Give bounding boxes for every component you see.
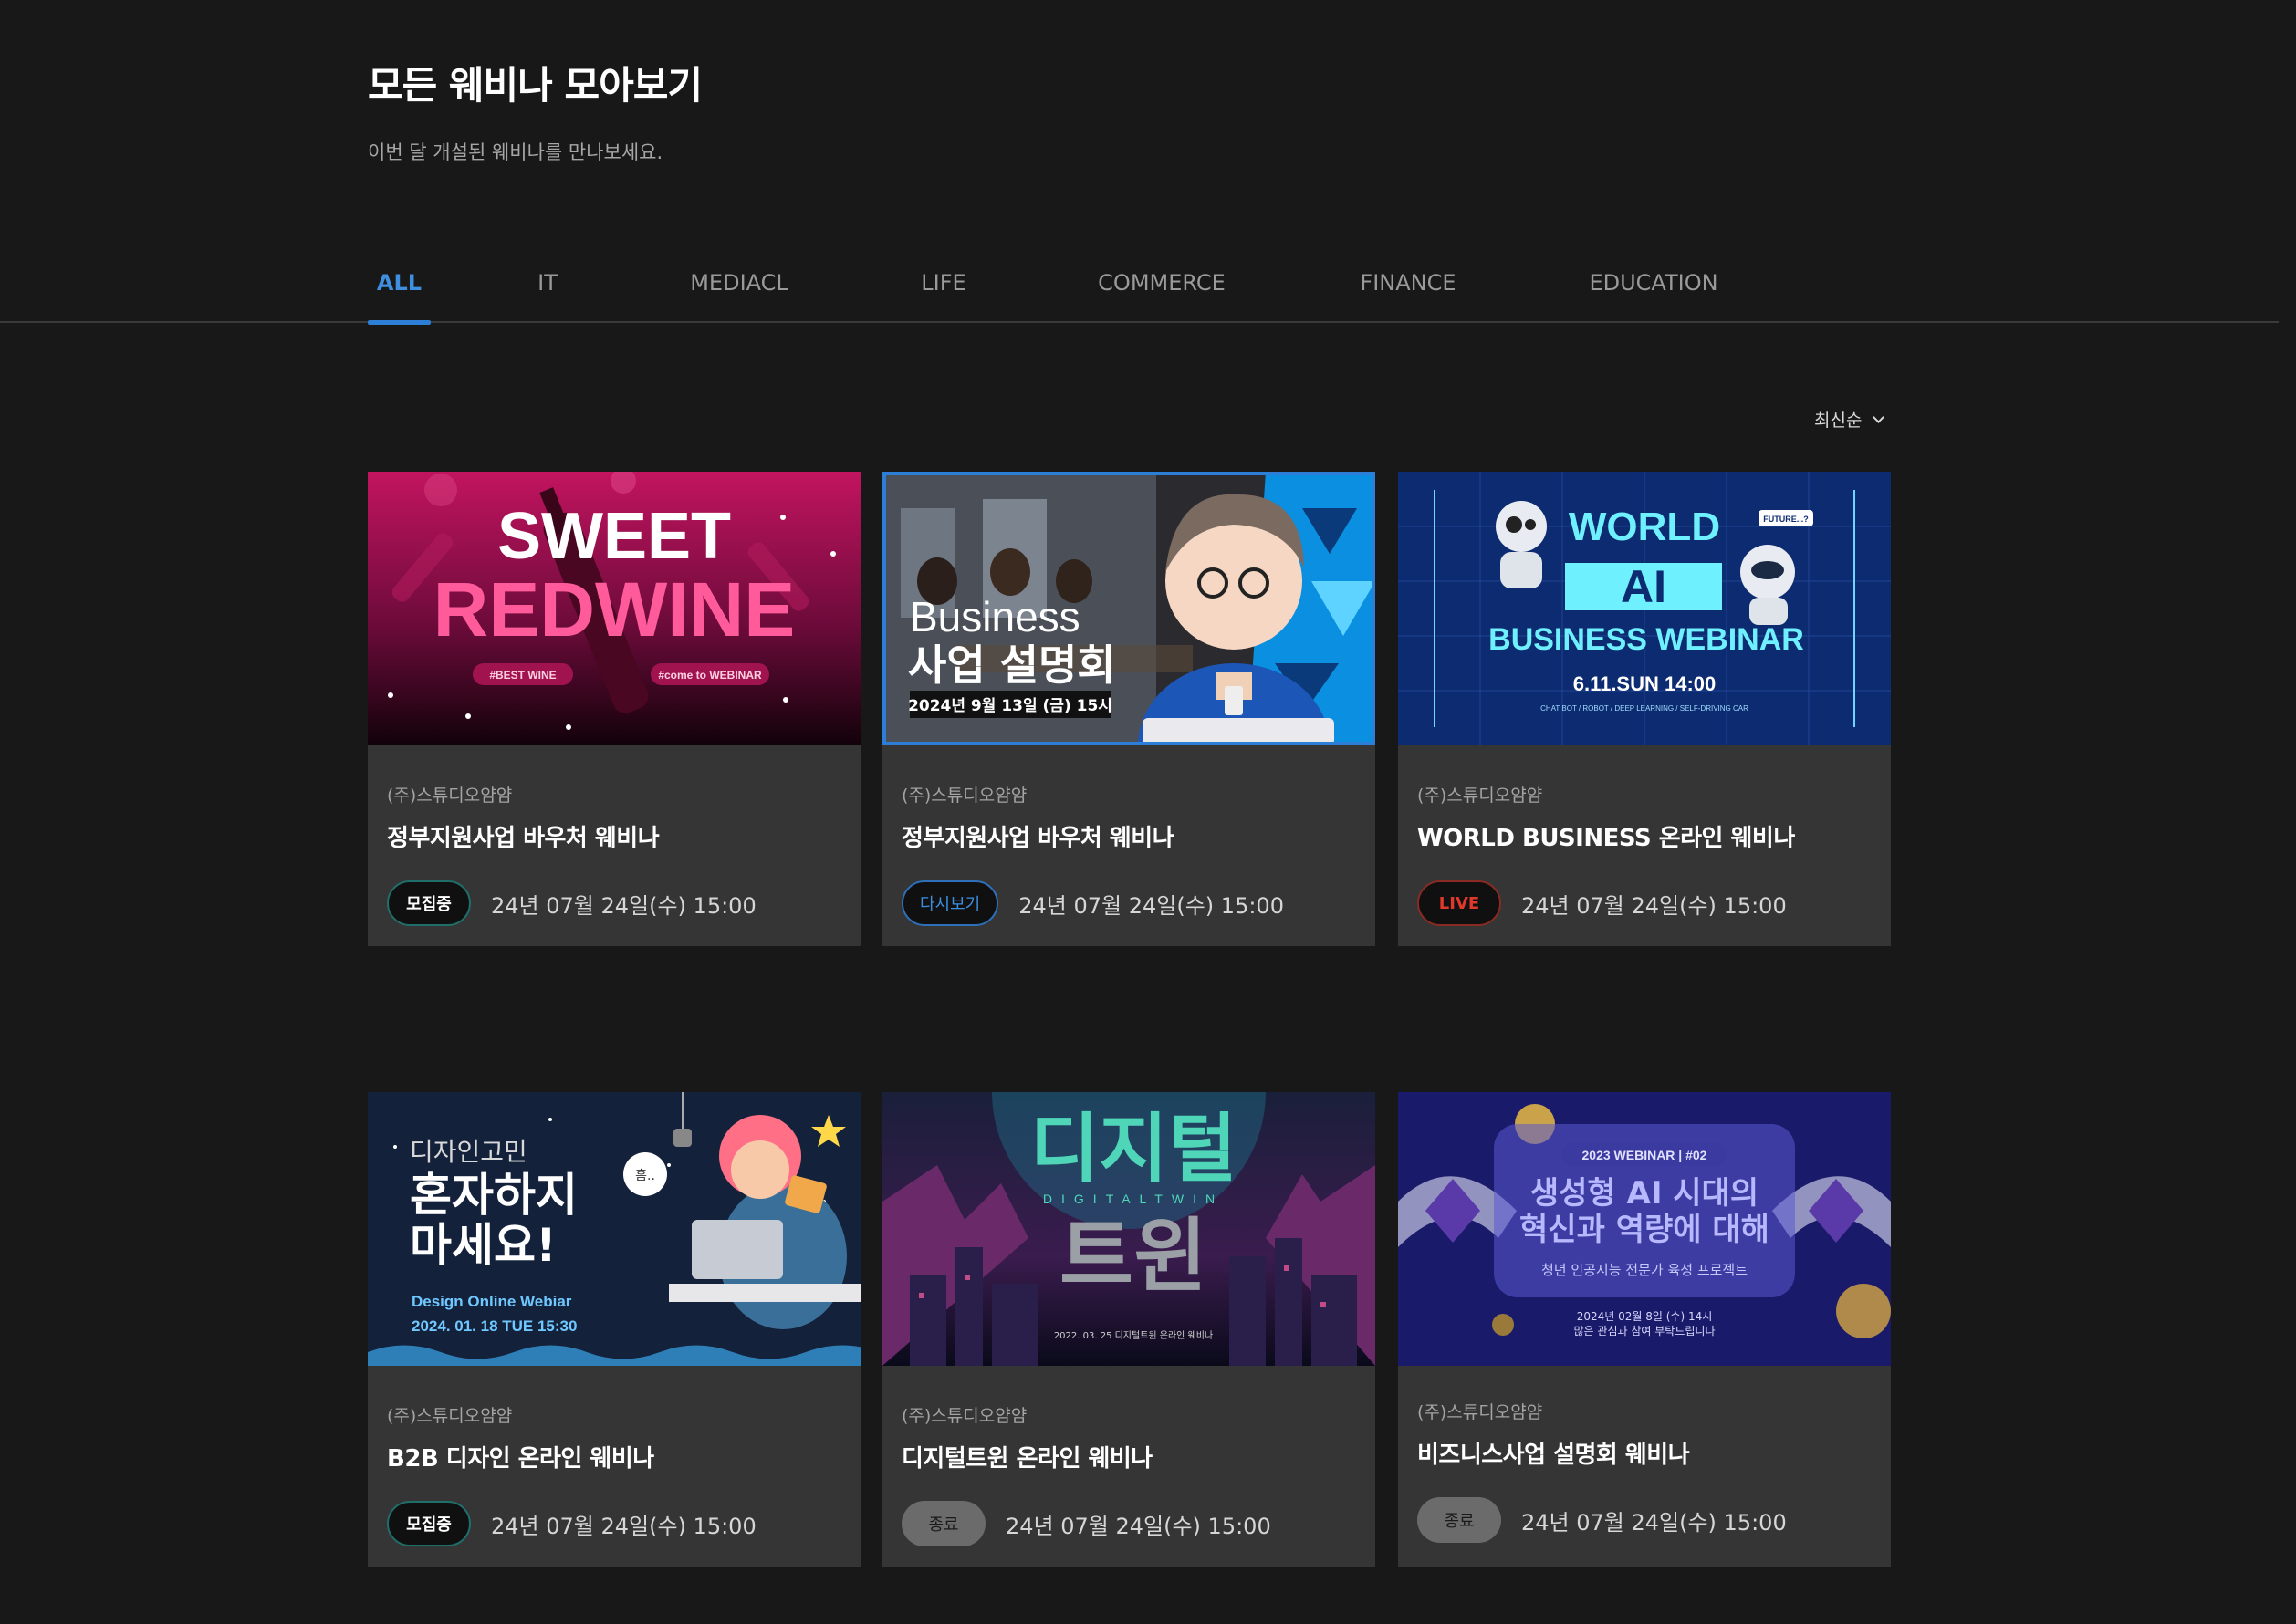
thumb-text: 혁신과 역량에 대해 bbox=[1519, 1212, 1769, 1248]
webinar-date: 24년 07월 24일(수) 15:00 bbox=[491, 1513, 757, 1539]
thumb-text: 생성형 AI 시대의 bbox=[1530, 1175, 1759, 1212]
tab-mediacl[interactable]: MEDIACL bbox=[680, 270, 798, 323]
thumb-text: 혼자하지 bbox=[410, 1169, 578, 1222]
company-name: (주)스튜디오얌얌 bbox=[902, 1406, 1028, 1426]
tab-education[interactable]: EDUCATION bbox=[1579, 270, 1728, 323]
chevron-down-icon bbox=[1873, 411, 1885, 423]
thumb-text: 2024. 01. 18 TUE 15:30 bbox=[412, 1317, 577, 1335]
webinar-card[interactable]: 디지털 DIGITALTWIN 트윈 2022. 03. 25 디지털트윈 온라… bbox=[882, 1092, 1375, 1567]
thumb-text: 많은 관심과 참여 부탁드립니다 bbox=[1574, 1325, 1716, 1338]
thumb-text: REDWINE bbox=[433, 567, 796, 652]
webinar-date: 24년 07월 24일(수) 15:00 bbox=[491, 892, 757, 919]
thumb-text: 트윈 bbox=[1059, 1209, 1207, 1303]
status-badge: 종료 bbox=[1417, 1497, 1501, 1543]
thumb-text: 디지털 bbox=[1030, 1106, 1237, 1192]
webinar-title: 비즈니스사업 설명회 웨비나 bbox=[1417, 1442, 1690, 1469]
thumb-text: SWEET bbox=[497, 500, 731, 573]
thumb-text: 2022. 03. 25 디지털트윈 온라인 웨비나 bbox=[1054, 1330, 1213, 1341]
category-tabs: ALL IT MEDIACL LIFE COMMERCE FINANCE EDU… bbox=[0, 270, 2279, 325]
webinar-title: 정부지원사업 바우처 웨비나 bbox=[902, 825, 1174, 852]
company-name: (주)스튜디오얌얌 bbox=[1417, 1402, 1543, 1422]
thumb-text: BUSINESS WEBINAR bbox=[1488, 622, 1804, 657]
sort-label: 최신순 bbox=[1814, 411, 1863, 431]
thumb-text: #BEST WINE bbox=[489, 669, 556, 682]
tab-life[interactable]: LIFE bbox=[907, 270, 980, 323]
thumb-text: 마세요! bbox=[410, 1219, 557, 1272]
thumb-text: 청년 인공지능 전문가 육성 프로젝트 bbox=[1541, 1262, 1748, 1278]
webinar-thumbnail: 디지털 DIGITALTWIN 트윈 2022. 03. 25 디지털트윈 온라… bbox=[882, 1092, 1375, 1366]
thumb-text: AI bbox=[1621, 561, 1666, 612]
company-name: (주)스튜디오얌얌 bbox=[387, 1406, 513, 1426]
thumb-text: DIGITALTWIN bbox=[1043, 1192, 1224, 1206]
thumb-text: #come to WEBINAR bbox=[658, 669, 762, 682]
webinar-card[interactable]: SWEET REDWINE #BEST WINE #come to WEBINA… bbox=[368, 472, 861, 946]
webinar-date: 24년 07월 24일(수) 15:00 bbox=[1521, 892, 1787, 919]
webinar-thumbnail: Business 사업 설명회 2024년 9월 13일 (금) 15시 bbox=[882, 472, 1375, 745]
webinar-title: B2B 디자인 온라인 웨비나 bbox=[387, 1445, 654, 1473]
tab-commerce[interactable]: COMMERCE bbox=[1086, 270, 1237, 323]
page-title: 모든 웨비나 모아보기 bbox=[368, 63, 703, 108]
webinar-date: 24년 07월 24일(수) 15:00 bbox=[1006, 1513, 1271, 1539]
webinar-card[interactable]: 2023 WEBINAR | #02 생성형 AI 시대의 혁신과 역량에 대해… bbox=[1398, 1092, 1891, 1567]
company-name: (주)스튜디오얌얌 bbox=[1417, 786, 1543, 806]
page-header: 모든 웨비나 모아보기 이번 달 개설된 웨비나를 만나보세요. bbox=[368, 55, 703, 165]
status-badge: 모집중 bbox=[387, 880, 471, 926]
webinar-thumbnail: 2023 WEBINAR | #02 생성형 AI 시대의 혁신과 역량에 대해… bbox=[1398, 1092, 1891, 1366]
thumb-text: 흠.. bbox=[635, 1169, 655, 1183]
thumb-text: 2024년 02월 8일 (수) 14시 bbox=[1577, 1310, 1713, 1323]
status-badge: 모집중 bbox=[387, 1501, 471, 1546]
company-name: (주)스튜디오얌얌 bbox=[902, 786, 1028, 806]
webinar-thumbnail: 흠.. 디자인고민 혼자하지 마세요! Design Online Webiar… bbox=[368, 1092, 861, 1366]
webinar-date: 24년 07월 24일(수) 15:00 bbox=[1521, 1509, 1787, 1536]
sort-dropdown[interactable]: 최신순 bbox=[1814, 407, 1885, 432]
webinar-date: 24년 07월 24일(수) 15:00 bbox=[1018, 892, 1284, 919]
webinar-card[interactable]: 흠.. 디자인고민 혼자하지 마세요! Design Online Webiar… bbox=[368, 1092, 861, 1567]
thumb-text: CHAT BOT / ROBOT / DEEP LEARNING / SELF-… bbox=[1540, 704, 1748, 713]
status-badge: 종료 bbox=[902, 1501, 986, 1546]
tab-it[interactable]: IT bbox=[522, 270, 573, 323]
thumb-text: Business bbox=[910, 593, 1080, 640]
thumb-text: 6.11.SUN 14:00 bbox=[1573, 672, 1717, 695]
thumb-text: FUTURE...? bbox=[1763, 515, 1809, 524]
thumb-text: 2023 WEBINAR | #02 bbox=[1582, 1148, 1707, 1162]
webinar-thumbnail: SWEET REDWINE #BEST WINE #come to WEBINA… bbox=[368, 472, 861, 745]
thumb-text: WORLD bbox=[1569, 505, 1720, 549]
company-name: (주)스튜디오얌얌 bbox=[387, 786, 513, 806]
tab-finance[interactable]: FINANCE bbox=[1351, 270, 1466, 323]
webinar-card[interactable]: FUTURE...? WORLD AI BUSINESS WEBINAR 6.1… bbox=[1398, 472, 1891, 946]
thumb-text: 2024년 9월 13일 (금) 15시 bbox=[908, 697, 1112, 715]
webinar-title: 정부지원사업 바우처 웨비나 bbox=[387, 825, 660, 852]
thumb-text: 디자인고민 bbox=[410, 1137, 527, 1167]
tab-all[interactable]: ALL bbox=[368, 270, 431, 325]
thumb-text: 사업 설명회 bbox=[908, 640, 1116, 690]
webinar-thumbnail: FUTURE...? WORLD AI BUSINESS WEBINAR 6.1… bbox=[1398, 472, 1891, 745]
webinar-title: WORLD BUSINESS 온라인 웨비나 bbox=[1417, 825, 1795, 852]
status-badge: LIVE bbox=[1417, 880, 1501, 926]
page-subtitle: 이번 달 개설된 웨비나를 만나보세요. bbox=[368, 141, 663, 163]
status-badge: 다시보기 bbox=[902, 880, 999, 926]
webinar-title: 디지털트윈 온라인 웨비나 bbox=[902, 1445, 1153, 1473]
thumb-text: Design Online Webiar bbox=[412, 1293, 572, 1310]
webinar-card[interactable]: Business 사업 설명회 2024년 9월 13일 (금) 15시 (주)… bbox=[882, 472, 1375, 946]
